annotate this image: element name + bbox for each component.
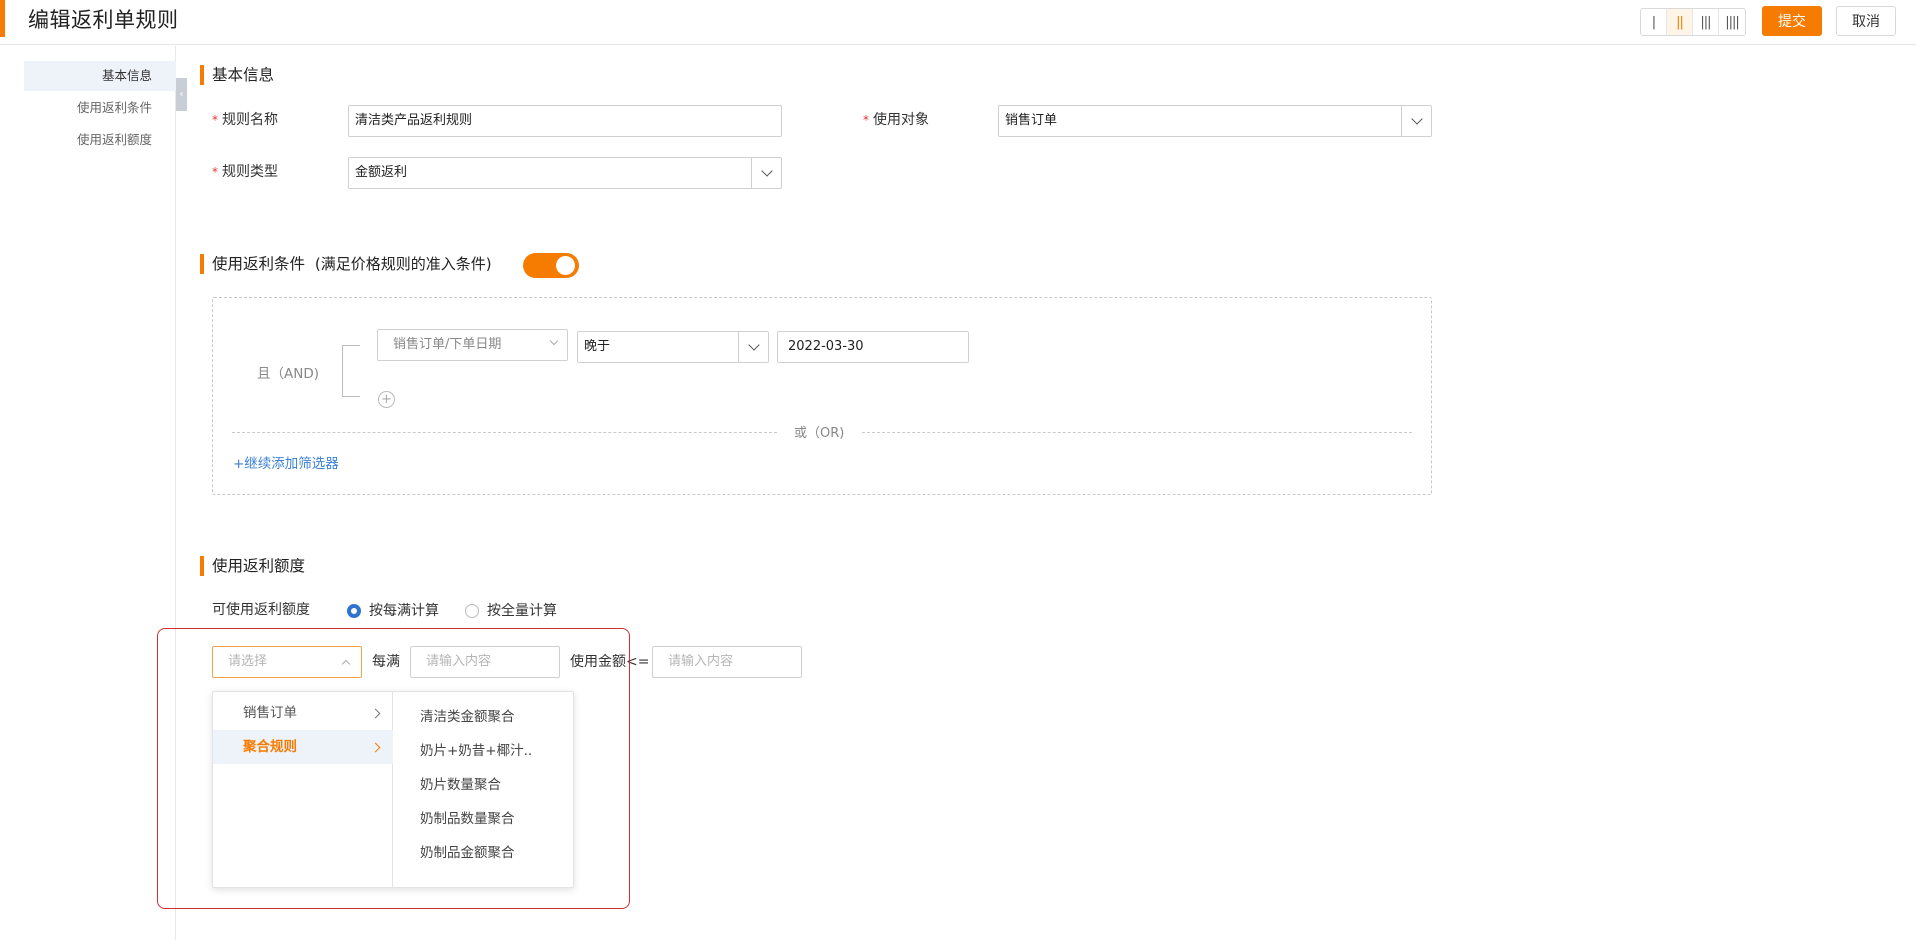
rule-type-select-value: 金额返利 [355,165,408,180]
sidebar-item-rebate-conditions[interactable]: 使用返利条件 [24,93,176,123]
section-subtitle: (满足价格规则的准入条件) [314,255,492,273]
layout-one-column-button[interactable]: | [1641,9,1667,35]
chevron-down-icon [738,332,768,362]
layout-two-column-button[interactable]: || [1667,9,1693,35]
header-accent-bar [0,0,5,37]
condition-operator-select[interactable]: 晚于 [577,331,769,363]
target-select-value: 销售订单 [1005,113,1058,128]
or-divider-left [232,432,777,433]
amount-limit-input[interactable]: 请输入内容 [652,646,802,678]
toggle-knob [556,256,575,275]
target-select[interactable]: 销售订单 [998,105,1432,137]
add-condition-icon[interactable]: + [378,391,395,408]
conditions-enable-toggle[interactable] [523,253,579,278]
or-label: 或（OR) [790,422,849,441]
chevron-left-icon: ‹ [179,89,184,100]
page-header: 编辑返利单规则 | || ||| |||| 提交 取消 [0,0,1916,45]
layout-three-column-button[interactable]: ||| [1693,9,1719,35]
chevron-down-icon [751,158,781,188]
layout-four-column-button[interactable]: |||| [1719,9,1745,35]
and-bracket [342,345,360,397]
chevron-down-icon [549,336,559,346]
layout-column-switcher: | || ||| |||| [1640,8,1746,36]
required-mark: * [863,113,869,127]
radio-unchecked-icon [465,604,479,618]
or-divider-right [862,432,1412,433]
rule-name-label: * 规则名称 [212,112,278,128]
submit-button[interactable]: 提交 [1762,6,1822,36]
sidebar-collapse-handle[interactable]: ‹ [176,78,187,111]
and-label: 且（AND) [257,366,319,382]
radio-full-amount[interactable]: 按全量计算 [465,601,557,621]
condition-date-input[interactable]: 2022-03-30 [777,331,969,363]
add-filter-link[interactable]: +继续添加筛选器 [233,452,339,472]
condition-field-select[interactable]: 销售订单/下单日期 [377,329,568,361]
available-quota-label: 可使用返利额度 [212,602,310,618]
highlight-annotation-box [157,628,630,909]
cancel-button[interactable]: 取消 [1836,6,1896,36]
radio-per-threshold[interactable]: 按每满计算 [347,601,439,621]
chevron-down-icon [1401,106,1431,136]
section-nav-sidebar: 基本信息 使用返利条件 使用返利额度 [0,46,176,940]
section-title-rebate-quota: 使用返利额度 [200,556,305,576]
condition-field-value: 销售订单/下单日期 [393,337,502,352]
section-title-basic-info: 基本信息 [200,65,274,85]
sidebar-item-basic-info[interactable]: 基本信息 [24,61,176,91]
condition-operator-value: 晚于 [584,339,611,354]
condition-box [212,297,1432,495]
target-label: * 使用对象 [863,112,929,128]
section-title-rebate-conditions: 使用返利条件 (满足价格规则的准入条件) [200,254,492,274]
sidebar-item-rebate-quota[interactable]: 使用返利额度 [24,125,176,155]
page-title: 编辑返利单规则 [28,8,179,32]
required-mark: * [212,165,218,179]
rule-type-select[interactable]: 金额返利 [348,157,782,189]
radio-checked-icon [347,604,361,618]
rule-type-label: * 规则类型 [212,164,278,180]
required-mark: * [212,113,218,127]
rule-name-input[interactable]: 清洁类产品返利规则 [348,105,782,137]
